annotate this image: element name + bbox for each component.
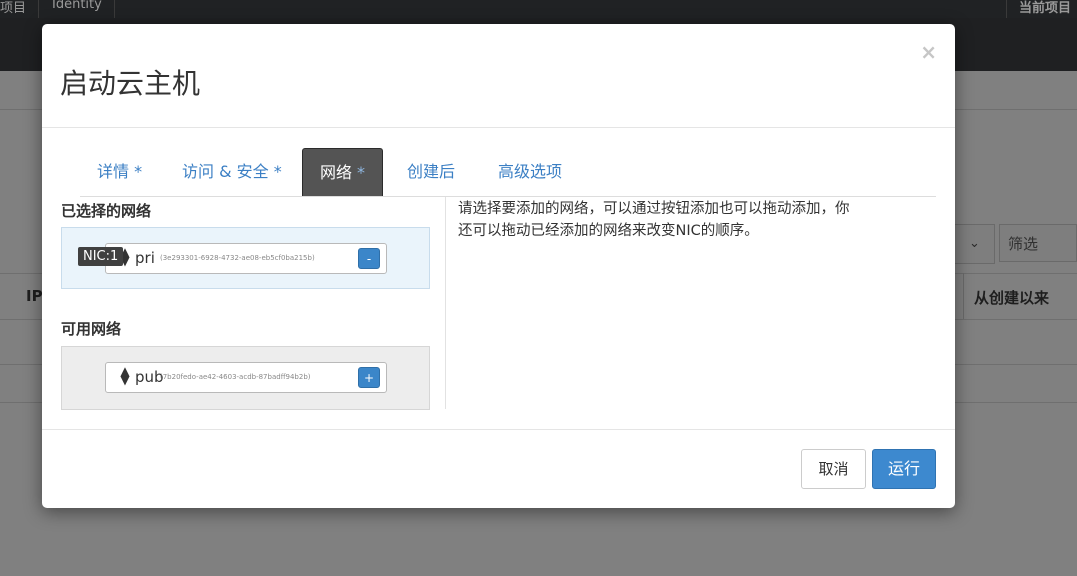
tab-post-creation[interactable]: 创建后 [407, 148, 455, 196]
topbar-identity-menu[interactable]: Identity [40, 0, 115, 18]
tab-label: 高级选项 [498, 162, 563, 181]
modal-title: 启动云主机 [60, 67, 201, 100]
network-name: pri [135, 249, 155, 267]
tab-label: 创建后 [407, 162, 456, 181]
topbar-current-project[interactable]: 当前项目 [1005, 0, 1077, 18]
launch-instance-modal: 启动云主机 × 详情 * 访问 & 安全 * 网络 * 创建后 高级选项 已选择… [42, 24, 955, 508]
sort-updown-icon[interactable]: ▲ ▼ [120, 365, 130, 386]
required-marker: * [351, 163, 366, 182]
network-id: (7b20fedo-ae42-4603-acdb-87badff94b2b) [160, 373, 311, 381]
filter-select-arrow[interactable]: ⌄ [955, 224, 995, 264]
tab-networking[interactable]: 网络 * [302, 148, 383, 196]
topbar-projects-menu[interactable]: 项目 [0, 0, 40, 18]
filter-input[interactable]: 筛选 [999, 224, 1077, 262]
launch-button[interactable]: 运行 [872, 449, 936, 489]
tabs-divider [80, 196, 936, 197]
footer-divider [42, 429, 955, 430]
tab-label: 访问 & 安全 [182, 162, 269, 181]
top-bar: 项目 Identity 当前项目 [0, 0, 1077, 18]
selected-networks-title: 已选择的网络 [61, 202, 152, 220]
close-icon[interactable]: × [920, 40, 937, 64]
nic-order-badge: NIC:1 [78, 247, 124, 266]
tab-access-security[interactable]: 访问 & 安全 * [182, 148, 282, 196]
column-divider [963, 273, 964, 319]
cancel-button[interactable]: 取消 [801, 449, 866, 489]
selected-networks-dropzone[interactable]: ▲ ▼ pri (3e293301-6928-4732-ae08-eb5cf0ba… [61, 227, 430, 289]
available-networks-list[interactable]: ▲ ▼ pub (7b20fedo-ae42-4603-acdb-87badff9… [61, 346, 430, 410]
tab-details[interactable]: 详情 * [97, 148, 142, 196]
tab-label: 网络 [319, 163, 352, 182]
network-item-pub[interactable]: ▲ ▼ pub (7b20fedo-ae42-4603-acdb-87badff9… [105, 362, 387, 393]
network-item-pri[interactable]: ▲ ▼ pri (3e293301-6928-4732-ae08-eb5cf0ba… [105, 243, 387, 274]
column-divider [445, 197, 446, 409]
required-marker: * [129, 162, 143, 181]
tab-advanced-options[interactable]: 高级选项 [498, 148, 562, 196]
required-marker: * [268, 162, 282, 181]
header-divider [42, 127, 955, 128]
network-id: (3e293301-6928-4732-ae08-eb5cf0ba215b) [160, 254, 315, 262]
table-header-ip: IP [26, 287, 43, 305]
available-networks-title: 可用网络 [61, 320, 122, 338]
help-text: 请选择要添加的网络，可以通过按钮添加也可以拖动添加，你还可以拖动已经添加的网络来… [458, 201, 850, 239]
add-network-button[interactable]: + [358, 367, 380, 388]
tab-label: 详情 [97, 162, 130, 181]
remove-network-button[interactable]: - [358, 248, 380, 269]
table-header-age: 从创建以来 [974, 289, 1050, 307]
